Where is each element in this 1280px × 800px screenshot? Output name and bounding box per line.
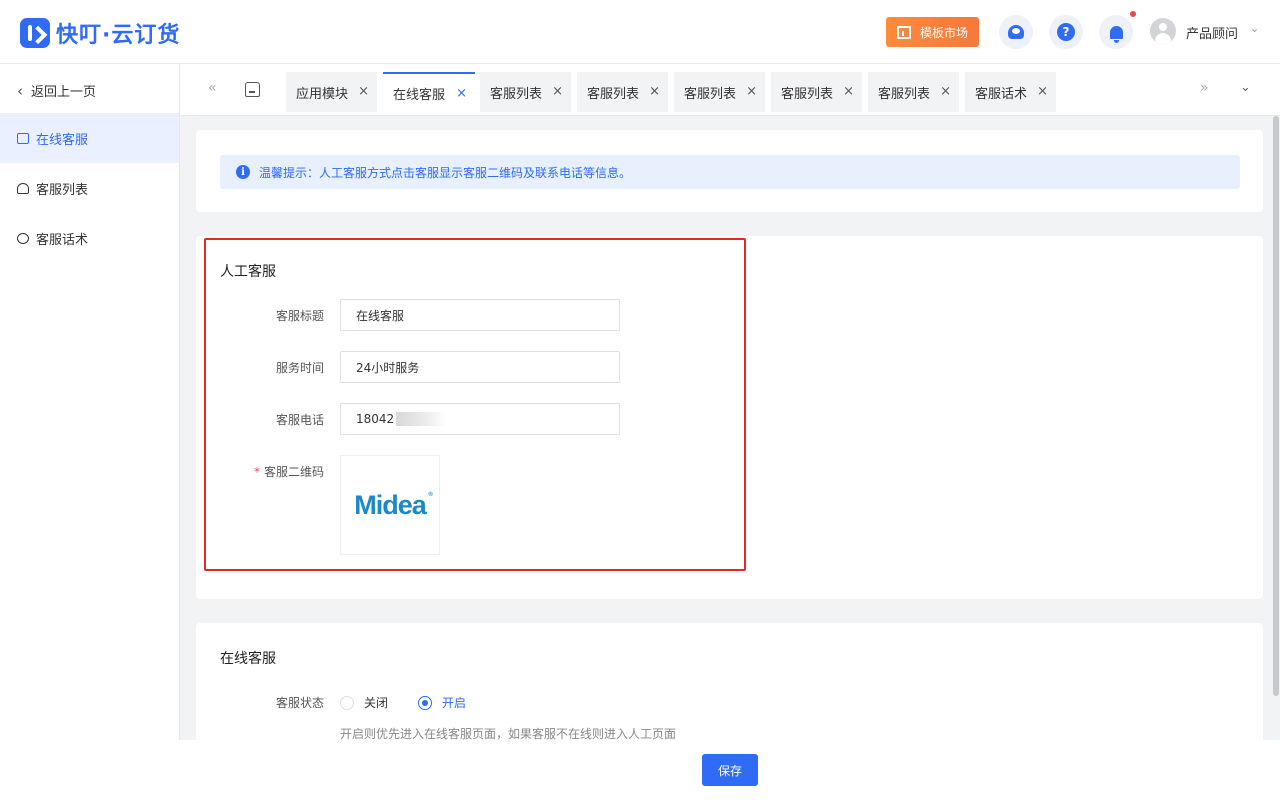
close-icon[interactable]: × xyxy=(456,86,467,101)
back-label: 返回上一页 xyxy=(31,85,97,100)
logo-text: 快叮·云订货 xyxy=(56,23,181,48)
avatar[interactable] xyxy=(1150,18,1176,44)
tab-service-list[interactable]: 客服列表 × xyxy=(771,72,862,112)
field-label: 服务时间 xyxy=(275,361,324,375)
notification-button[interactable] xyxy=(1099,15,1133,49)
tabs-bar: « 应用模块 × 在线客服 × 客服列表 × 客服列表 × 客服列表 × 客服列… xyxy=(180,64,1280,116)
tab-label: 客服列表 xyxy=(587,86,640,102)
template-icon xyxy=(896,25,911,39)
manual-service-card: 人工客服 客服标题 在线客服 服务时间 24小时服务 客服电话 18042 * 客… xyxy=(196,236,1263,599)
tab-service-scripts[interactable]: 客服话术 × xyxy=(965,72,1056,112)
qr-code-upload[interactable]: Midea ® xyxy=(340,455,440,555)
sidebar-item-label: 客服话术 xyxy=(36,233,89,248)
chat-icon xyxy=(17,133,29,144)
sidebar-item-service-scripts[interactable]: 客服话术 xyxy=(0,214,179,263)
tab-label: 客服列表 xyxy=(490,86,543,102)
tabs-menu-chevron-icon[interactable]: ⌄ xyxy=(1240,80,1251,95)
close-icon[interactable]: × xyxy=(940,84,951,99)
speech-bubble-icon xyxy=(17,233,29,244)
radio-off[interactable]: 关闭 xyxy=(340,694,388,711)
footer-bar: 保存 xyxy=(0,740,1280,800)
online-service-card: 在线客服 客服状态 关闭 开启 开启则优先进入在线客服页面，如果客服不在线则进入… xyxy=(196,623,1263,740)
field-label-qr: * 客服二维码 xyxy=(220,463,324,480)
required-mark: * xyxy=(253,465,260,479)
tab-label: 客服列表 xyxy=(878,86,931,102)
top-header: 快叮·云订货 模板市场 ? 产品顾问 ⌄ xyxy=(0,0,1280,64)
app-logo[interactable]: 快叮·云订货 xyxy=(20,17,180,49)
tab-label: 客服列表 xyxy=(781,86,834,102)
customer-service-button[interactable] xyxy=(999,15,1033,49)
notification-dot xyxy=(1130,11,1136,17)
info-icon: i xyxy=(236,165,250,179)
scrollbar[interactable] xyxy=(1273,116,1279,696)
sidebar-item-service-list[interactable]: 客服列表 xyxy=(0,164,179,213)
home-icon[interactable] xyxy=(245,82,260,97)
tab-online-service[interactable]: 在线客服 × xyxy=(383,72,475,112)
radio-circle xyxy=(340,695,354,710)
tab-label: 客服列表 xyxy=(684,86,737,102)
main-content: i 温馨提示：人工客服方式点击客服显示客服二维码及联系电话等信息。 人工客服 客… xyxy=(180,116,1280,740)
service-title-input[interactable]: 在线客服 xyxy=(340,299,620,331)
input-value: 24小时服务 xyxy=(356,360,420,375)
sidebar: ‹ 返回上一页 在线客服 客服列表 客服话术 xyxy=(0,64,180,800)
help-button[interactable]: ? xyxy=(1049,15,1083,49)
sidebar-item-label: 客服列表 xyxy=(36,183,89,198)
tab-label: 应用模块 xyxy=(296,86,349,102)
back-link[interactable]: ‹ 返回上一页 xyxy=(17,81,97,101)
scroll-left-icon[interactable]: « xyxy=(208,80,217,96)
hint-text: 开启则优先进入在线客服页面，如果客服不在线则进入人工页面 xyxy=(340,727,677,740)
tip-banner: i 温馨提示：人工客服方式点击客服显示客服二维码及联系电话等信息。 xyxy=(220,155,1240,189)
input-value: 在线客服 xyxy=(356,308,405,323)
radio-label: 关闭 xyxy=(364,696,389,710)
field-label: 客服电话 xyxy=(275,413,324,427)
tab-app-module[interactable]: 应用模块 × xyxy=(286,72,377,112)
scroll-right-icon[interactable]: » xyxy=(1200,80,1209,96)
input-value: 18042 xyxy=(356,412,395,426)
sidebar-item-online-service[interactable]: 在线客服 xyxy=(0,114,179,163)
close-icon[interactable]: × xyxy=(649,84,660,99)
chevron-left-icon: ‹ xyxy=(17,81,23,100)
template-market-label: 模板市场 xyxy=(919,25,968,40)
tab-service-list[interactable]: 客服列表 × xyxy=(868,72,959,112)
help-icon: ? xyxy=(1057,23,1075,41)
tab-label: 客服话术 xyxy=(975,86,1028,102)
radio-on[interactable]: 开启 xyxy=(418,694,466,711)
field-label: 客服状态 xyxy=(275,696,324,710)
tab-service-list[interactable]: 客服列表 × xyxy=(577,72,668,112)
close-icon[interactable]: × xyxy=(358,84,369,99)
close-icon[interactable]: × xyxy=(746,84,757,99)
users-icon xyxy=(17,183,29,194)
redacted-blur xyxy=(396,412,447,426)
tab-service-list[interactable]: 客服列表 × xyxy=(674,72,765,112)
template-market-button[interactable]: 模板市场 xyxy=(886,17,979,47)
service-phone-input[interactable]: 18042 xyxy=(340,403,620,435)
section-title: 在线客服 xyxy=(220,651,276,667)
sidebar-item-label: 在线客服 xyxy=(36,133,89,148)
qr-logo-text: Midea xyxy=(354,489,427,520)
qr-label: 客服二维码 xyxy=(263,465,324,479)
qr-logo-image: Midea ® xyxy=(354,489,433,520)
radio-circle xyxy=(418,695,432,710)
chevron-down-icon[interactable]: ⌄ xyxy=(1250,22,1259,35)
bell-icon xyxy=(1109,25,1123,43)
logo-icon xyxy=(20,18,50,48)
close-icon[interactable]: × xyxy=(1037,84,1048,99)
tab-label: 在线客服 xyxy=(393,87,446,103)
section-title: 人工客服 xyxy=(220,264,276,280)
tip-card: i 温馨提示：人工客服方式点击客服显示客服二维码及联系电话等信息。 xyxy=(196,130,1263,212)
save-button[interactable]: 保存 xyxy=(702,754,758,786)
user-name[interactable]: 产品顾问 xyxy=(1186,23,1238,42)
tab-service-list[interactable]: 客服列表 × xyxy=(480,72,571,112)
radio-label: 开启 xyxy=(442,696,467,710)
field-label: 客服标题 xyxy=(275,309,324,323)
close-icon[interactable]: × xyxy=(843,84,854,99)
headset-icon xyxy=(1008,25,1024,39)
close-icon[interactable]: × xyxy=(552,84,563,99)
service-hours-input[interactable]: 24小时服务 xyxy=(340,351,620,383)
tip-text: 温馨提示：人工客服方式点击客服显示客服二维码及联系电话等信息。 xyxy=(259,165,632,180)
